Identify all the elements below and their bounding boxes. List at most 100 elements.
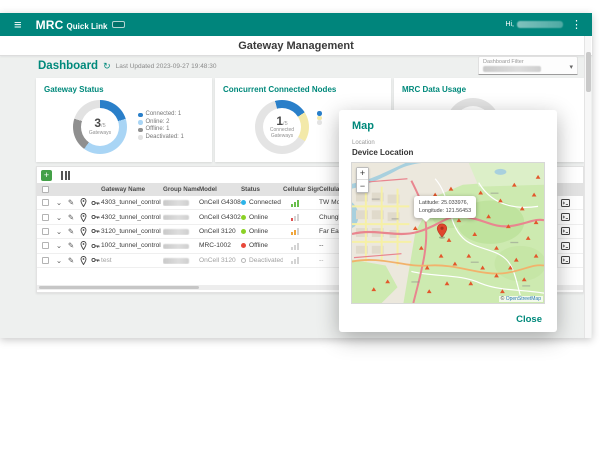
gateway-name: 4303_tunnel_control bbox=[101, 199, 163, 206]
row-checkbox[interactable] bbox=[42, 199, 49, 206]
legend-item bbox=[317, 120, 325, 125]
console-icon[interactable] bbox=[557, 254, 583, 267]
status-dot bbox=[241, 215, 246, 220]
vscroll-thumb[interactable] bbox=[586, 52, 591, 92]
row-checkbox[interactable] bbox=[42, 214, 49, 221]
model: OnCell 3120 bbox=[199, 257, 241, 264]
key-icon[interactable] bbox=[89, 199, 101, 207]
row-checkbox[interactable] bbox=[42, 228, 49, 235]
col-status: Status bbox=[241, 186, 283, 193]
row-checkbox[interactable] bbox=[42, 257, 49, 264]
brand-badge bbox=[112, 21, 125, 28]
legend-item: Deactivated: 1 bbox=[138, 134, 184, 142]
edit-icon[interactable]: ✎ bbox=[65, 241, 77, 250]
refresh-icon[interactable]: ↻ bbox=[103, 61, 111, 72]
key-icon[interactable] bbox=[89, 256, 101, 264]
legend-item: Connected: 1 bbox=[138, 111, 184, 119]
key-icon[interactable] bbox=[89, 213, 101, 221]
brand-mrc: MRC bbox=[36, 18, 64, 32]
status: Offline bbox=[241, 242, 283, 249]
row-checkbox[interactable] bbox=[42, 242, 49, 249]
group-name-redacted bbox=[163, 200, 189, 206]
console-icon[interactable] bbox=[557, 225, 583, 238]
vertical-scrollbar[interactable] bbox=[584, 36, 591, 338]
legend-item: Offline: 1 bbox=[138, 126, 184, 134]
group-name-redacted bbox=[163, 215, 189, 221]
key-icon[interactable] bbox=[89, 242, 101, 250]
zoom-out-button[interactable]: − bbox=[357, 180, 368, 192]
group-name-redacted bbox=[163, 229, 189, 235]
status: Online bbox=[241, 214, 283, 221]
hscroll-thumb[interactable] bbox=[39, 286, 199, 289]
gateway-name: test bbox=[101, 257, 163, 264]
expand-chevron-icon[interactable]: ⌄ bbox=[53, 227, 65, 236]
user-greeting[interactable]: Hi, bbox=[505, 21, 563, 28]
gateway-name: 1002_tunnel_control bbox=[101, 242, 163, 249]
cellular-signal-icon bbox=[291, 227, 299, 235]
col-model: Model bbox=[199, 186, 241, 193]
key-icon[interactable] bbox=[89, 227, 101, 235]
col-gateway-name: Gateway Name bbox=[101, 186, 163, 193]
console-icon[interactable] bbox=[557, 239, 583, 252]
card-gateway-status: Gateway Status 3/5 Gateways Connected: 1… bbox=[36, 78, 212, 162]
map-dialog: Map Location Device Location bbox=[339, 110, 557, 332]
gateway-status-legend: Connected: 1Online: 2Offline: 1Deactivat… bbox=[138, 111, 184, 141]
model: OnCell G4302 bbox=[199, 214, 241, 221]
console-icon[interactable] bbox=[557, 210, 583, 223]
gateway-name: 4302_tunnel_control bbox=[101, 214, 163, 221]
col-cellular-signal: Cellular Signal bbox=[283, 186, 319, 193]
kebab-menu-icon[interactable]: ⋮ bbox=[571, 18, 582, 31]
status-dot bbox=[241, 200, 246, 205]
edit-icon[interactable]: ✎ bbox=[65, 213, 77, 222]
model: MRC-1002 bbox=[199, 242, 241, 249]
model: OnCell G4308 bbox=[199, 199, 241, 206]
legend-item: Online: 2 bbox=[138, 119, 184, 127]
map-zoom-control: + − bbox=[356, 167, 369, 193]
status: Connected bbox=[241, 199, 283, 206]
cellular-signal-icon bbox=[291, 199, 299, 207]
legend-label: Online: 2 bbox=[146, 119, 170, 127]
expand-chevron-icon[interactable]: ⌄ bbox=[53, 256, 65, 265]
expand-chevron-icon[interactable]: ⌄ bbox=[53, 241, 65, 250]
location-pin-icon[interactable] bbox=[77, 256, 89, 265]
map-attribution: © OpenStreetMap bbox=[499, 296, 543, 302]
status: Deactivated bbox=[241, 257, 283, 264]
legend-dot bbox=[317, 111, 322, 116]
tooltip-latitude: Latitude: 25.033976, bbox=[419, 199, 471, 207]
edit-icon[interactable]: ✎ bbox=[65, 227, 77, 236]
status-dot bbox=[241, 229, 246, 234]
dashboard-filter-select[interactable]: Dashboard Filter ▾ bbox=[478, 56, 578, 75]
edit-icon[interactable]: ✎ bbox=[65, 198, 77, 207]
map-marker-pin[interactable] bbox=[436, 223, 448, 239]
concurrent-nodes-donut-chart: 1/5 Connected Gateways bbox=[255, 100, 309, 154]
legend-label: Connected: 1 bbox=[146, 111, 182, 119]
topbar: ≡ MRC Quick Link Hi, ⋮ bbox=[0, 13, 592, 36]
expand-chevron-icon[interactable]: ⌄ bbox=[53, 198, 65, 207]
location-pin-icon[interactable] bbox=[77, 198, 89, 207]
concurrent-nodes-legend bbox=[317, 111, 325, 125]
cellular-signal-icon bbox=[291, 213, 299, 221]
expand-chevron-icon[interactable]: ⌄ bbox=[53, 213, 65, 222]
column-settings-icon[interactable] bbox=[60, 170, 71, 181]
location-pin-icon[interactable] bbox=[77, 227, 89, 236]
gateway-status-donut-chart: 3/5 Gateways bbox=[73, 100, 127, 154]
map-canvas[interactable]: + − Latitude: 25.033976, Longitude: 121.… bbox=[351, 162, 545, 304]
close-button[interactable]: Close bbox=[516, 314, 542, 325]
page-title-bar: Gateway Management bbox=[0, 36, 592, 56]
legend-dot bbox=[138, 128, 143, 133]
console-icon[interactable] bbox=[557, 196, 583, 209]
status-dot bbox=[241, 258, 246, 263]
openstreetmap-link[interactable]: OpenStreetMap bbox=[506, 296, 541, 302]
dashboard-title: Dashboard bbox=[38, 60, 98, 72]
location-pin-icon[interactable] bbox=[77, 213, 89, 222]
dashboard-header: Dashboard ↻ Last Updated 2023-09-27 19:4… bbox=[38, 60, 216, 72]
hamburger-menu-icon[interactable]: ≡ bbox=[14, 18, 22, 31]
brand-logo: MRC Quick Link bbox=[36, 18, 126, 32]
legend-dot bbox=[138, 120, 143, 125]
location-pin-icon[interactable] bbox=[77, 241, 89, 250]
add-gateway-button[interactable]: + bbox=[41, 170, 52, 181]
card-title: MRC Data Usage bbox=[402, 85, 466, 94]
zoom-in-button[interactable]: + bbox=[357, 168, 368, 180]
select-all-checkbox[interactable] bbox=[42, 186, 49, 193]
edit-icon[interactable]: ✎ bbox=[65, 256, 77, 265]
